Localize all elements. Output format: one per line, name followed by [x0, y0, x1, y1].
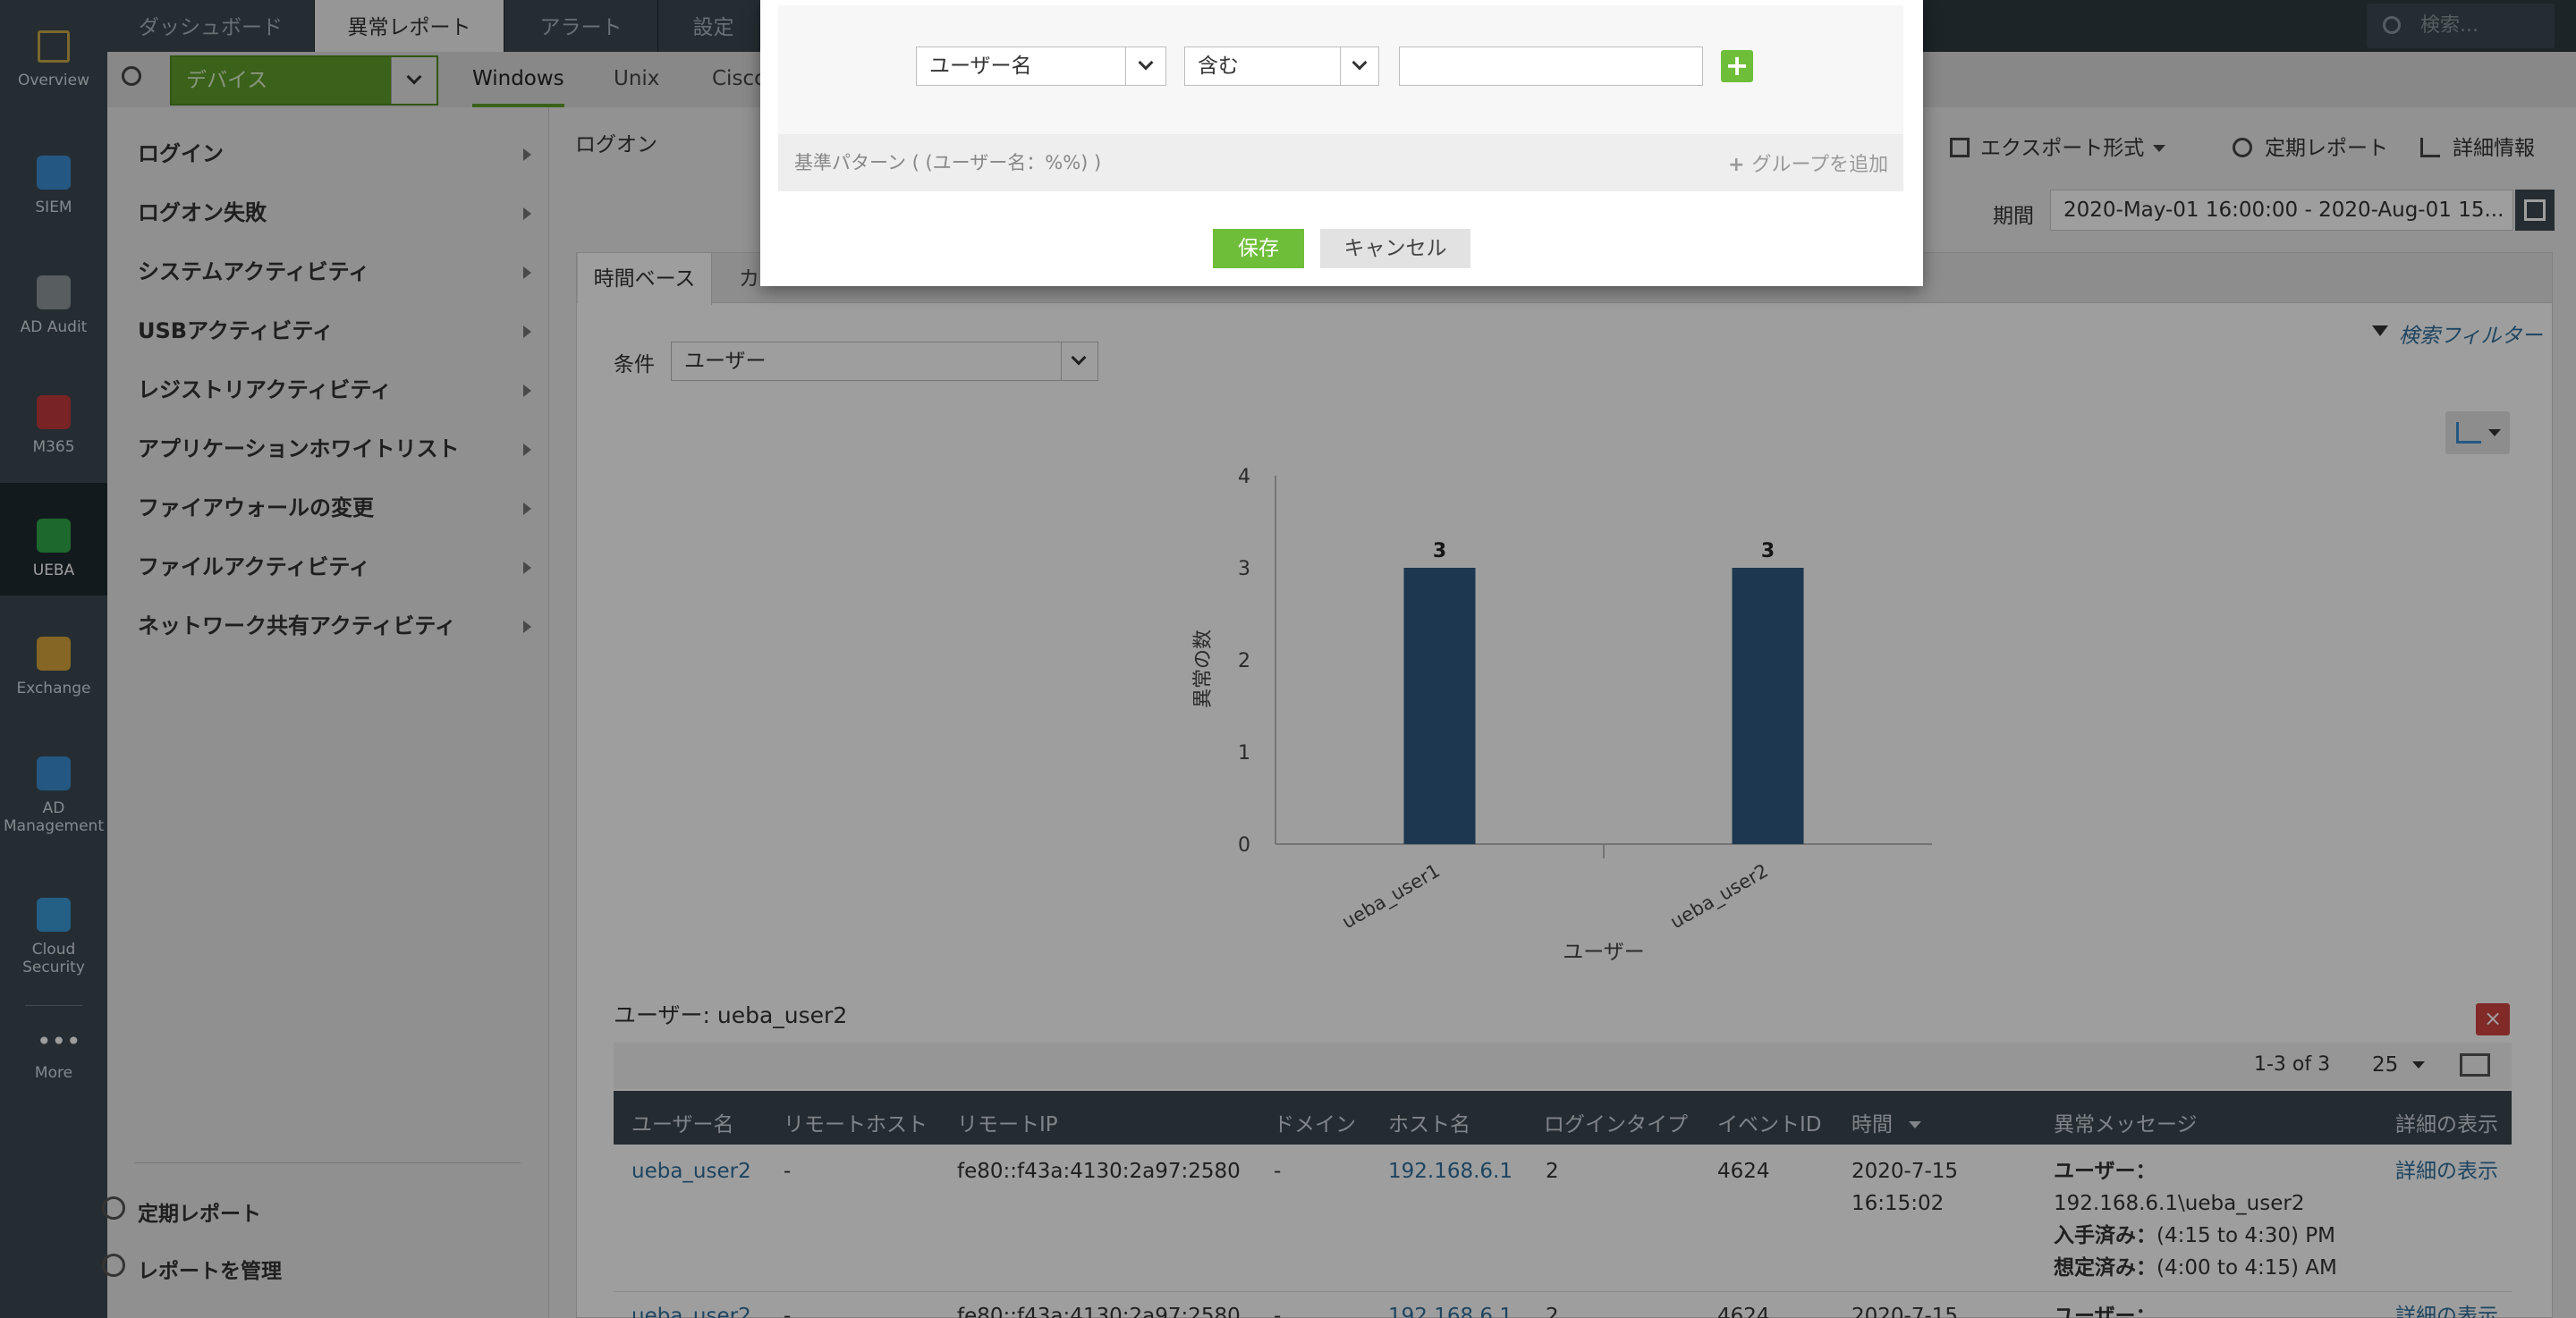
- save-button[interactable]: 保存: [1213, 229, 1304, 268]
- add-group-button[interactable]: + グループを追加: [1728, 148, 1888, 177]
- plus-icon: +: [1724, 48, 1750, 82]
- criteria-pattern-text: 基準パターン ( (ユーザー名：%%) ): [794, 152, 1102, 173]
- add-group-label: グループを追加: [1751, 154, 1889, 176]
- add-condition-button[interactable]: +: [1721, 50, 1753, 82]
- operator-dropdown-button[interactable]: [1340, 47, 1378, 85]
- plus-icon: +: [1728, 154, 1745, 176]
- cancel-button[interactable]: キャンセル: [1320, 229, 1470, 268]
- chevron-down-icon: [1138, 55, 1154, 71]
- field-dropdown-button[interactable]: [1125, 47, 1165, 85]
- chevron-down-icon: [1352, 55, 1368, 71]
- condition-value-input[interactable]: [1399, 46, 1703, 86]
